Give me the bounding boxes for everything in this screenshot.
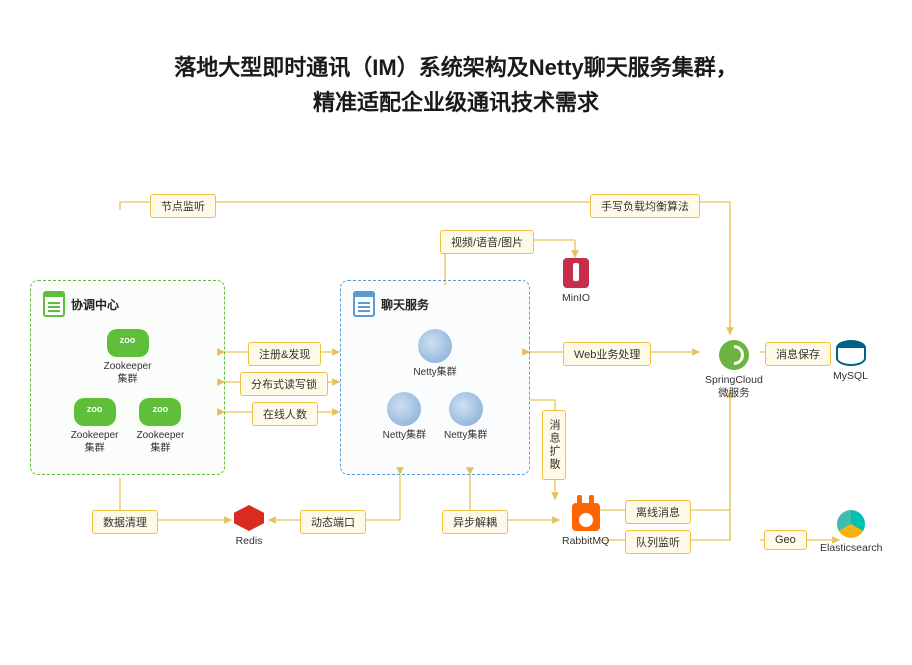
- rabbitmq-icon: [572, 503, 600, 531]
- tag-online: 在线人数: [252, 402, 318, 426]
- netty-node: Netty集群: [351, 329, 519, 380]
- tag-geo: Geo: [764, 530, 807, 550]
- server-icon: [353, 291, 375, 317]
- tag-media: 视频/语音/图片: [440, 230, 534, 254]
- elasticsearch-icon: [837, 510, 865, 538]
- tech-redis: Redis: [234, 505, 264, 548]
- architecture-diagram: 节点监听 手写负载均衡算法 视频/语音/图片 注册&发现 分布式读写锁 在线人数…: [0, 180, 912, 600]
- zookeeper-icon: [107, 329, 149, 357]
- cluster-chat-header: 聊天服务: [341, 281, 529, 321]
- tag-web-biz: Web业务处理: [563, 342, 651, 366]
- node-label: Netty集群: [383, 430, 426, 443]
- netty-icon: [387, 392, 421, 426]
- cluster-chat: 聊天服务 Netty集群 Netty集群 Netty集群: [340, 280, 530, 475]
- cluster-coordination: 协调中心 Zookeeper集群 Zookeeper集群 Zookeeper集群: [30, 280, 225, 475]
- tech-label: Redis: [236, 535, 263, 548]
- minio-icon: [563, 258, 589, 288]
- netty-icon: [418, 329, 452, 363]
- tag-msg-spread: 消息扩散: [542, 410, 566, 480]
- tech-label: Elasticsearch: [820, 542, 882, 555]
- zookeeper-node: Zookeeper集群: [41, 329, 214, 386]
- tag-dyn-port: 动态端口: [300, 510, 366, 534]
- title-section: 落地大型即时通讯（IM）系统架构及Netty聊天服务集群， 精准适配企业级通讯技…: [0, 0, 912, 120]
- zookeeper-node: Zookeeper集群: [71, 398, 119, 455]
- tag-offline: 离线消息: [625, 500, 691, 524]
- netty-icon: [449, 392, 483, 426]
- zookeeper-icon: [139, 398, 181, 426]
- tag-node-listen: 节点监听: [150, 194, 216, 218]
- zookeeper-node: Zookeeper集群: [137, 398, 185, 455]
- netty-node: Netty集群: [383, 392, 426, 443]
- cluster-chat-title: 聊天服务: [381, 296, 429, 313]
- tag-data-clean: 数据清理: [92, 510, 158, 534]
- tag-lock: 分布式读写锁: [240, 372, 328, 396]
- zookeeper-icon: [74, 398, 116, 426]
- spring-icon: [719, 340, 749, 370]
- tech-label: MinIO: [562, 292, 590, 305]
- cluster-coord-header: 协调中心: [31, 281, 224, 321]
- cluster-coord-title: 协调中心: [71, 296, 119, 313]
- tech-mysql: MySQL: [833, 340, 868, 383]
- tech-springcloud: SpringCloud微服务: [705, 340, 763, 400]
- tech-rabbitmq: RabbitMQ: [562, 503, 609, 548]
- tech-label: SpringCloud微服务: [705, 374, 763, 400]
- page-title-line1: 落地大型即时通讯（IM）系统架构及Netty聊天服务集群，: [0, 50, 912, 85]
- tech-label: MySQL: [833, 370, 868, 383]
- tag-msg-persist: 消息保存: [765, 342, 831, 366]
- node-label: Zookeeper集群: [137, 430, 185, 455]
- server-icon: [43, 291, 65, 317]
- node-label: Zookeeper集群: [104, 361, 152, 386]
- node-label: Netty集群: [444, 430, 487, 443]
- mysql-icon: [836, 340, 866, 366]
- tech-label: RabbitMQ: [562, 535, 609, 548]
- tag-async: 异步解耦: [442, 510, 508, 534]
- tech-minio: MinIO: [562, 258, 590, 305]
- tag-load-balance: 手写负载均衡算法: [590, 194, 700, 218]
- netty-node: Netty集群: [444, 392, 487, 443]
- tech-elasticsearch: Elasticsearch: [820, 510, 882, 555]
- redis-icon: [234, 505, 264, 531]
- node-label: Zookeeper集群: [71, 430, 119, 455]
- tag-register: 注册&发现: [248, 342, 321, 366]
- page-title-line2: 精准适配企业级通讯技术需求: [0, 85, 912, 120]
- node-label: Netty集群: [413, 367, 456, 380]
- tag-queue-listen: 队列监听: [625, 530, 691, 554]
